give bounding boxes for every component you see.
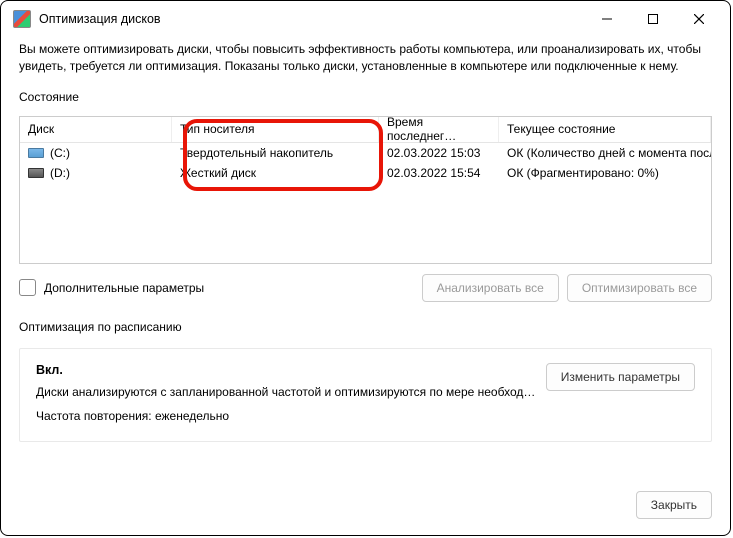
description-text: Вы можете оптимизировать диски, чтобы по… — [19, 41, 712, 76]
disk-list[interactable]: Диск Тип носителя Время последнег… Текущ… — [19, 116, 712, 264]
schedule-description: Диски анализируются с запланированной ча… — [36, 385, 546, 399]
col-disk[interactable]: Диск — [20, 117, 172, 142]
disk-last: 02.03.2022 15:03 — [379, 146, 499, 160]
col-last[interactable]: Время последнег… — [379, 117, 499, 142]
window-title: Оптимизация дисков — [39, 12, 161, 26]
minimize-icon — [602, 14, 612, 24]
disk-name: (D:) — [50, 166, 70, 180]
disk-status: ОК (Количество дней с момента посл… — [499, 146, 711, 160]
disk-type: Твердотельный накопитель — [172, 146, 379, 160]
hdd-icon — [28, 168, 44, 178]
change-settings-button[interactable]: Изменить параметры — [546, 363, 695, 391]
close-button[interactable] — [676, 4, 722, 34]
maximize-button[interactable] — [630, 4, 676, 34]
maximize-icon — [648, 14, 658, 24]
schedule-panel: Вкл. Диски анализируются с запланированн… — [19, 348, 712, 442]
advanced-checkbox[interactable] — [19, 279, 36, 296]
app-icon — [13, 10, 31, 28]
schedule-frequency: Частота повторения: еженедельно — [36, 409, 546, 423]
footer: Закрыть — [1, 477, 730, 535]
schedule-section-label: Оптимизация по расписанию — [19, 320, 712, 334]
col-status[interactable]: Текущее состояние — [499, 117, 711, 142]
ssd-icon — [28, 148, 44, 158]
disk-status: ОК (Фрагментировано: 0%) — [499, 166, 711, 180]
close-dialog-button[interactable]: Закрыть — [636, 491, 712, 519]
disk-type: Жесткий диск — [172, 166, 379, 180]
optimize-drives-window: Оптимизация дисков Вы можете оптимизиров… — [0, 0, 731, 536]
advanced-label: Дополнительные параметры — [44, 281, 204, 295]
schedule-state: Вкл. — [36, 363, 546, 377]
close-icon — [694, 14, 704, 24]
col-type[interactable]: Тип носителя — [172, 117, 379, 142]
optimize-all-button[interactable]: Оптимизировать все — [567, 274, 712, 302]
disk-row[interactable]: (C:) Твердотельный накопитель 02.03.2022… — [20, 143, 711, 163]
disk-row[interactable]: (D:) Жесткий диск 02.03.2022 15:54 ОК (Ф… — [20, 163, 711, 183]
titlebar: Оптимизация дисков — [1, 1, 730, 37]
disk-name: (C:) — [50, 146, 70, 160]
disk-last: 02.03.2022 15:54 — [379, 166, 499, 180]
minimize-button[interactable] — [584, 4, 630, 34]
state-section-label: Состояние — [19, 90, 712, 104]
analyze-all-button[interactable]: Анализировать все — [422, 274, 559, 302]
disk-list-header: Диск Тип носителя Время последнег… Текущ… — [20, 117, 711, 143]
